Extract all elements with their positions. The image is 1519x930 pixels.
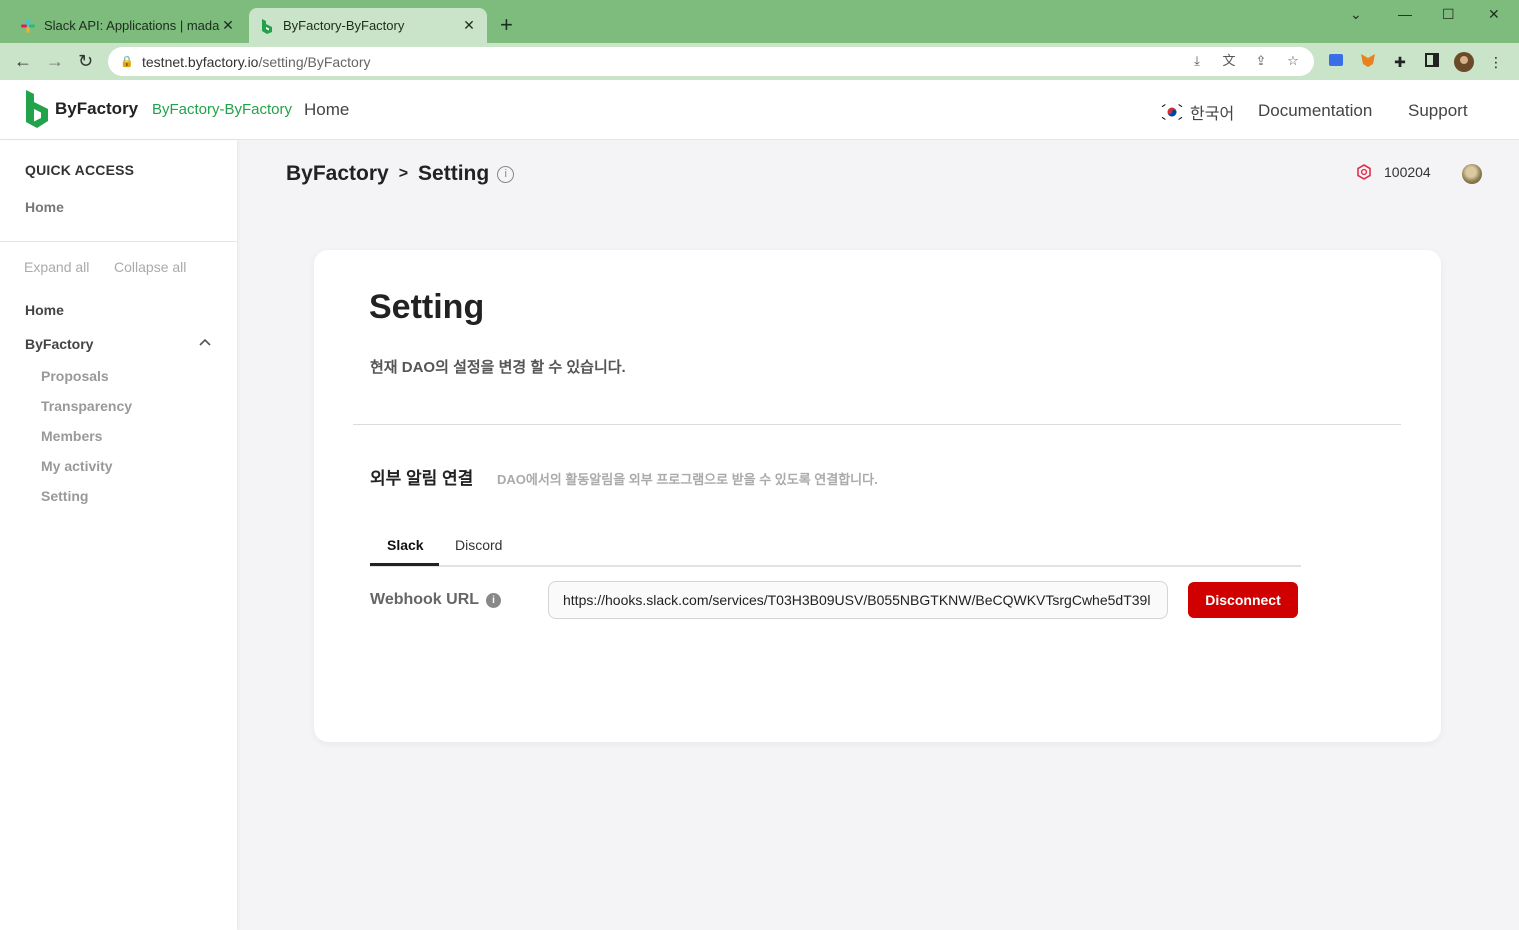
breadcrumb-current: Setting	[418, 162, 490, 185]
slack-icon	[20, 18, 36, 34]
new-tab-button[interactable]: +	[500, 14, 513, 36]
dao-name-link[interactable]: ByFactory-ByFactory	[152, 101, 292, 118]
card-divider	[353, 424, 1401, 425]
url-path: /setting/ByFactory	[258, 53, 371, 70]
breadcrumb-separator-icon: >	[398, 165, 409, 182]
sidebar-divider	[0, 241, 237, 242]
quick-access-home[interactable]: Home	[25, 199, 64, 215]
reload-icon[interactable]: ↻	[78, 51, 93, 71]
quick-access-heading: QUICK ACCESS	[25, 162, 135, 178]
chevron-up-icon[interactable]	[196, 334, 214, 352]
tab-title: ByFactory-ByFactory	[283, 18, 405, 33]
documentation-link[interactable]: Documentation	[1258, 101, 1372, 121]
browser-tab-byfactory[interactable]: ByFactory-ByFactory ✕	[249, 8, 487, 43]
token-balance-value: 100204	[1384, 164, 1431, 180]
active-tab-indicator	[370, 563, 439, 566]
logo-text: ByFactory	[55, 99, 139, 118]
close-window-icon[interactable]: ✕	[1488, 6, 1500, 23]
tab-title: Slack API: Applications | madapp	[44, 18, 220, 33]
token-balance: 100204	[1356, 164, 1431, 180]
webhook-label: Webhook URL i	[370, 591, 502, 609]
webhook-label-text: Webhook URL	[370, 591, 480, 608]
sidebar-group-byfactory[interactable]: ByFactory	[25, 336, 93, 352]
minimize-icon[interactable]: —	[1398, 6, 1412, 22]
back-icon[interactable]: ←	[14, 51, 32, 71]
tab-search-icon[interactable]: ⌄	[1350, 6, 1362, 23]
close-tab-icon[interactable]: ✕	[461, 17, 477, 34]
external-notification-title: 외부 알림 연결	[370, 469, 474, 488]
collapse-all-button[interactable]: Collapse all	[114, 259, 186, 275]
expand-all-button[interactable]: Expand all	[24, 259, 89, 275]
url-host: testnet.byfactory.io	[142, 53, 259, 70]
maximize-icon[interactable]: ☐	[1442, 6, 1455, 23]
breadcrumb-root[interactable]: ByFactory	[286, 162, 389, 186]
bookmark-star-icon[interactable]: ☆	[1284, 52, 1302, 70]
info-icon[interactable]: i	[486, 592, 502, 608]
page-title: Setting	[369, 288, 485, 326]
close-tab-icon[interactable]: ✕	[220, 17, 236, 34]
browser-tab-bar: Slack API: Applications | madapp ✕ ByFac…	[0, 0, 1519, 43]
support-link[interactable]: Support	[1408, 101, 1468, 121]
byfactory-logo-icon	[26, 90, 48, 128]
korea-flag-icon	[1160, 103, 1184, 121]
page-subtitle: 현재 DAO의 설정을 변경 할 수 있습니다.	[370, 359, 626, 376]
address-bar[interactable]: 🔒 testnet.byfactory.io/setting/ByFactory…	[108, 47, 1314, 76]
header-home-link[interactable]: Home	[304, 100, 349, 120]
browser-toolbar: ← → ↻ 🔒 testnet.byfactory.io/setting/ByF…	[0, 43, 1519, 80]
forward-icon[interactable]: →	[46, 51, 64, 71]
info-icon[interactable]: i	[497, 165, 515, 183]
side-panel-icon[interactable]	[1422, 52, 1442, 72]
browser-tab-slack[interactable]: Slack API: Applications | madapp ✕	[10, 8, 246, 43]
chrome-menu-icon[interactable]: ⋮	[1486, 52, 1506, 72]
language-selector[interactable]: 한국어	[1160, 100, 1234, 124]
lock-icon: 🔒	[120, 56, 134, 68]
breadcrumb: ByFactory > Setting i	[286, 162, 515, 186]
byfactory-logo[interactable]: ByFactory	[24, 90, 138, 128]
sidebar-item-proposals[interactable]: Proposals	[41, 368, 109, 384]
app-header: ByFactory ByFactory-ByFactory Home 한국어 D…	[0, 80, 1519, 140]
sidebar-item-transparency[interactable]: Transparency	[41, 398, 132, 414]
user-avatar[interactable]	[1462, 164, 1482, 184]
byfactory-favicon-icon	[259, 18, 275, 34]
sidebar-item-home[interactable]: Home	[25, 302, 64, 318]
integration-tabs: Slack Discord	[370, 530, 1301, 567]
install-icon[interactable]: ⤓	[1188, 52, 1206, 70]
sidebar-item-setting[interactable]: Setting	[41, 488, 88, 504]
tab-slack[interactable]: Slack	[387, 537, 424, 553]
token-hexagon-icon	[1357, 164, 1371, 180]
tab-discord[interactable]: Discord	[455, 537, 502, 553]
setting-card: Setting 현재 DAO의 설정을 변경 할 수 있습니다. 외부 알림 연…	[314, 250, 1441, 742]
disconnect-button[interactable]: Disconnect	[1188, 582, 1298, 618]
translate-icon[interactable]: 文	[1220, 52, 1238, 70]
external-notification-description: DAO에서의 활동알림을 외부 프로그램으로 받을 수 있도록 연결합니다.	[497, 472, 878, 487]
metamask-fox-icon[interactable]	[1358, 52, 1378, 72]
webhook-url-input[interactable]	[548, 581, 1168, 619]
sidebar-item-my-activity[interactable]: My activity	[41, 458, 113, 474]
extension-blue-icon[interactable]	[1326, 52, 1346, 72]
extensions-puzzle-icon[interactable]: ✚	[1390, 52, 1410, 72]
profile-avatar-icon[interactable]	[1454, 52, 1474, 72]
share-icon[interactable]: ⇪	[1252, 52, 1270, 70]
language-label: 한국어	[1190, 106, 1235, 123]
sidebar-item-members[interactable]: Members	[41, 428, 102, 444]
sidebar: QUICK ACCESS Home Expand all Collapse al…	[0, 140, 237, 930]
